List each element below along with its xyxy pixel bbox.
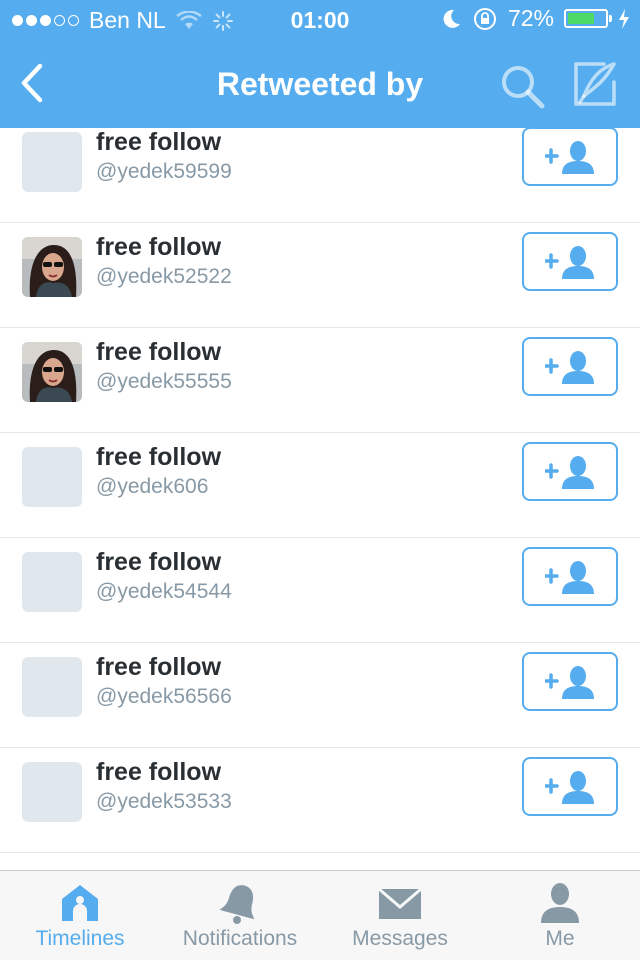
- page-title: Retweeted by: [216, 66, 424, 102]
- status-right: 72%: [442, 5, 630, 32]
- follow-button[interactable]: [522, 128, 618, 186]
- add-user-icon: [545, 771, 594, 804]
- header: Ben NL 01:00 72% Retweeted by: [0, 0, 640, 128]
- user-display-name: free follow: [96, 758, 222, 786]
- chevron-left-icon: [21, 63, 43, 103]
- tab-notifications[interactable]: Notifications: [160, 871, 320, 961]
- tab-messages[interactable]: Messages: [320, 871, 480, 961]
- search-button[interactable]: [498, 62, 546, 110]
- avatar[interactable]: [22, 762, 82, 822]
- user-row-partial[interactable]: [0, 853, 640, 870]
- back-button[interactable]: [12, 60, 52, 106]
- avatar[interactable]: [22, 552, 82, 612]
- user-handle: @yedek52522: [96, 265, 232, 288]
- user-handle: @yedek56566: [96, 685, 232, 708]
- user-row[interactable]: free follow @yedek54544: [0, 538, 640, 643]
- follow-button[interactable]: [522, 652, 618, 711]
- user-display-name: free follow: [96, 443, 222, 471]
- battery-percent: 72%: [507, 5, 554, 31]
- compose-tweet-button[interactable]: [570, 60, 620, 110]
- user-row[interactable]: free follow @yedek59599: [0, 128, 640, 223]
- add-user-icon: [545, 666, 594, 699]
- add-user-icon: [545, 351, 594, 384]
- user-handle: @yedek59599: [96, 160, 232, 183]
- envelope-icon: [375, 881, 425, 925]
- user-display-name: free follow: [96, 338, 222, 366]
- retweeters-list: free follow @yedek59599 free follow @yedek5…: [0, 128, 640, 870]
- user-display-name: free follow: [96, 548, 222, 576]
- search-icon: [502, 66, 545, 109]
- tab-label: Notifications: [182, 927, 298, 950]
- tab-timelines[interactable]: Timelines: [0, 871, 160, 961]
- user-row[interactable]: free follow @yedek53533: [0, 748, 640, 853]
- follow-button[interactable]: [522, 232, 618, 291]
- rotation-lock-icon: [473, 7, 496, 30]
- follow-button[interactable]: [522, 442, 618, 501]
- add-user-icon: [545, 246, 594, 279]
- user-display-name: free follow: [96, 233, 222, 261]
- person-icon: [535, 881, 585, 925]
- follow-button[interactable]: [522, 337, 618, 396]
- profile-photo: [22, 342, 82, 402]
- user-display-name: free follow: [96, 653, 222, 681]
- user-handle: @yedek54544: [96, 580, 232, 603]
- home-icon: [55, 881, 105, 925]
- user-display-name: free follow: [96, 128, 222, 156]
- tab-label: Messages: [352, 927, 448, 950]
- tab-bar: Timelines Notifications Messages Me: [0, 870, 640, 960]
- user-row[interactable]: free follow @yedek55555: [0, 328, 640, 433]
- user-handle: @yedek53533: [96, 790, 232, 813]
- user-row[interactable]: free follow @yedek56566: [0, 643, 640, 748]
- add-user-icon: [545, 561, 594, 594]
- battery-fill: [568, 13, 594, 24]
- user-handle: @yedek606: [96, 475, 209, 498]
- bell-icon: [215, 881, 265, 925]
- add-user-icon: [545, 456, 594, 489]
- compose-quill-icon: [574, 62, 616, 106]
- moon-icon: [443, 9, 460, 28]
- battery-icon: [564, 9, 612, 28]
- tab-me[interactable]: Me: [480, 871, 640, 961]
- follow-button[interactable]: [522, 757, 618, 816]
- tab-label: Timelines: [35, 927, 125, 950]
- add-user-icon: [545, 141, 594, 174]
- avatar[interactable]: [22, 657, 82, 717]
- avatar[interactable]: [22, 447, 82, 507]
- charging-bolt-icon: [619, 8, 629, 29]
- profile-photo: [22, 237, 82, 297]
- user-row[interactable]: free follow @yedek52522: [0, 223, 640, 328]
- user-row[interactable]: free follow @yedek606: [0, 433, 640, 538]
- avatar[interactable]: [22, 132, 82, 192]
- user-handle: @yedek55555: [96, 370, 232, 393]
- tab-label: Me: [545, 927, 575, 950]
- status-bar: Ben NL 01:00 72%: [0, 0, 640, 40]
- avatar[interactable]: [22, 342, 82, 402]
- navigation-bar: Retweeted by: [0, 40, 640, 128]
- avatar[interactable]: [22, 237, 82, 297]
- follow-button[interactable]: [522, 547, 618, 606]
